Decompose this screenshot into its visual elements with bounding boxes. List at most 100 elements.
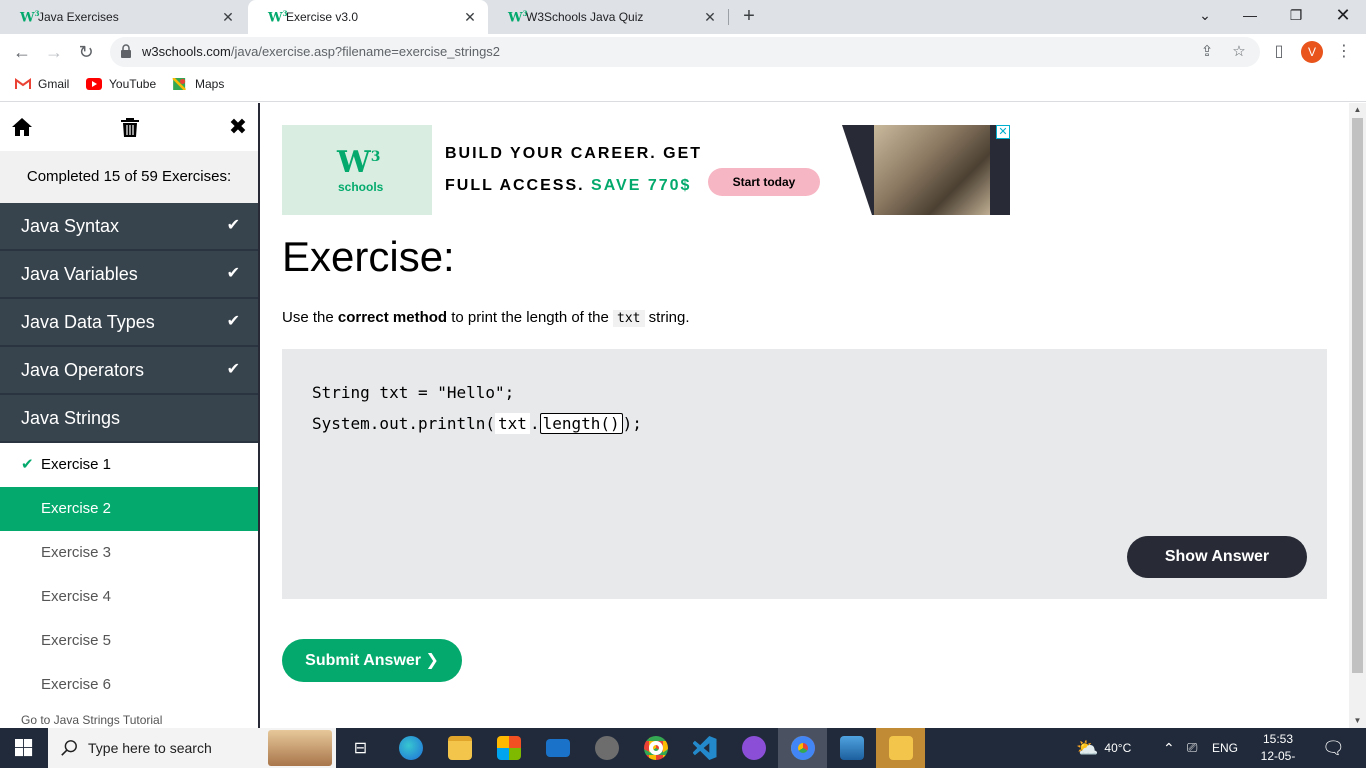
page-scrollbar[interactable]: ▲ ▼	[1349, 103, 1366, 728]
url-domain: w3schools.com	[142, 44, 231, 59]
w3schools-favicon-icon: W3	[508, 8, 528, 26]
sidebar-category-java-data-types[interactable]: Java Data Types ✔	[0, 299, 258, 347]
bookmark-label: Gmail	[38, 77, 70, 91]
reload-icon[interactable]: ↻	[74, 40, 98, 64]
profile-avatar[interactable]: V	[1301, 41, 1323, 63]
taskbar-file-explorer[interactable]	[435, 728, 484, 768]
sidebar-category-java-strings[interactable]: Java Strings	[0, 395, 258, 443]
tab-search-icon[interactable]: ⌄	[1182, 0, 1228, 30]
sidebar-category-java-syntax[interactable]: Java Syntax ✔	[0, 203, 258, 251]
home-icon[interactable]	[10, 115, 34, 139]
taskbar-photos[interactable]	[827, 728, 876, 768]
language-indicator[interactable]: ENG	[1212, 728, 1238, 768]
weather-widget[interactable]: ⛅ 40°C	[1076, 728, 1131, 768]
mail-icon	[545, 739, 570, 757]
system-clock[interactable]: 15:53 12-05-2023	[1252, 731, 1304, 768]
address-bar[interactable]: w3schools.com/java/exercise.asp?filename…	[110, 37, 1260, 67]
code-text: );	[622, 414, 642, 433]
minimize-button[interactable]: —	[1227, 0, 1273, 30]
exercise-label: Exercise 6	[41, 676, 112, 693]
back-icon[interactable]: ←	[10, 40, 34, 64]
bookmarks-bar: Gmail YouTube Maps	[0, 70, 1366, 102]
taskbar-file-explorer-2[interactable]	[876, 728, 925, 768]
ad-photo-image	[874, 125, 990, 215]
ad-photo	[842, 125, 1010, 215]
ad-headline-highlight: SAVE 770$	[591, 177, 692, 194]
notifications-icon[interactable]: 🗨	[1322, 728, 1345, 768]
taskbar-vscode[interactable]	[680, 728, 729, 768]
taskbar-search-box[interactable]: Type here to search	[48, 728, 336, 768]
forward-icon[interactable]: →	[42, 40, 66, 64]
scroll-down-icon[interactable]: ▼	[1349, 714, 1366, 728]
close-tab-icon[interactable]: ✕	[462, 9, 478, 26]
tab-java-exercises[interactable]: W3 Java Exercises ✕	[0, 0, 246, 34]
code-panel: String txt = "Hello"; System.out.println…	[282, 349, 1327, 599]
sidebar-exercise-3[interactable]: Exercise 3	[0, 531, 258, 575]
bookmark-star-icon[interactable]: ☆	[1229, 42, 1249, 62]
folder-icon	[447, 736, 472, 760]
chrome-icon	[643, 736, 668, 760]
ad-banner[interactable]: W3 schools BUILD YOUR CAREER. GET FULL A…	[282, 125, 1010, 215]
sidebar-exercise-1[interactable]: ✔ Exercise 1	[0, 443, 258, 487]
side-panel-icon[interactable]: ▯	[1267, 40, 1291, 64]
sidebar-category-java-variables[interactable]: Java Variables ✔	[0, 251, 258, 299]
taskbar-store[interactable]	[484, 728, 533, 768]
exercise-label: Exercise 1	[41, 456, 112, 473]
submit-answer-button[interactable]: Submit Answer ❯	[282, 639, 462, 682]
task-view-button[interactable]: ⊟	[336, 728, 385, 768]
scroll-thumb[interactable]	[1352, 118, 1363, 673]
ad-close-icon[interactable]: ✕	[996, 125, 1010, 139]
taskbar-github[interactable]	[729, 728, 778, 768]
gmail-icon	[15, 78, 31, 89]
task-view-icon: ⊟	[353, 740, 368, 757]
windows-start-button[interactable]	[0, 728, 48, 768]
bookmark-youtube[interactable]: YouTube	[86, 76, 156, 92]
sidebar-exercise-6[interactable]: Exercise 6	[0, 663, 258, 707]
tab-java-quiz[interactable]: W3 W3Schools Java Quiz ✕	[488, 0, 728, 34]
exercise-label: Exercise 4	[41, 588, 112, 605]
close-tab-icon[interactable]: ✕	[702, 9, 718, 26]
taskbar-app-media[interactable]	[582, 728, 631, 768]
bookmark-label: Maps	[195, 77, 225, 91]
clock-date: 12-05-2023	[1260, 749, 1296, 768]
trash-icon[interactable]	[118, 115, 142, 139]
close-tab-icon[interactable]: ✕	[220, 9, 236, 26]
logo-sup: 3	[370, 149, 381, 165]
category-label: Java Data Types	[21, 312, 155, 332]
close-sidebar-icon[interactable]: ✖	[226, 115, 250, 139]
menu-icon[interactable]: ⋮	[1332, 40, 1356, 64]
answer-input-2[interactable]: length()	[539, 413, 623, 434]
exercise-label: Exercise 5	[41, 632, 112, 649]
maps-icon	[172, 78, 187, 90]
sidebar-exercise-4[interactable]: Exercise 4	[0, 575, 258, 619]
start-today-button[interactable]: Start today	[708, 168, 820, 196]
tutorial-link[interactable]: Go to Java Strings Tutorial	[0, 707, 258, 728]
w3schools-favicon-icon: W3	[20, 8, 40, 26]
taskbar-mail[interactable]	[533, 728, 582, 768]
completion-status: Completed 15 of 59 Exercises:	[0, 151, 258, 203]
new-tab-button[interactable]: +	[737, 4, 761, 28]
github-icon	[741, 736, 766, 760]
show-answer-button[interactable]: Show Answer	[1127, 536, 1307, 578]
sidebar-category-java-operators[interactable]: Java Operators ✔	[0, 347, 258, 395]
bookmark-label: YouTube	[109, 77, 157, 91]
taskbar-edge[interactable]	[386, 728, 435, 768]
sidebar-exercise-2[interactable]: Exercise 2	[0, 487, 258, 531]
answer-input-1[interactable]: txt	[495, 413, 530, 434]
tab-exercise-v3[interactable]: W3 Exercise v3.0 ✕	[248, 0, 488, 34]
taskbar-chrome-2[interactable]	[778, 728, 827, 768]
bookmark-gmail[interactable]: Gmail	[15, 76, 69, 92]
share-icon[interactable]: ⇪	[1197, 42, 1217, 62]
instruction-code: txt	[613, 310, 645, 327]
tray-overflow-icon[interactable]: ⌃	[1163, 728, 1175, 768]
network-icon[interactable]: ⎚	[1187, 728, 1197, 768]
sidebar-exercise-5[interactable]: Exercise 5	[0, 619, 258, 663]
restore-button[interactable]: ❐	[1273, 0, 1319, 30]
bookmark-maps[interactable]: Maps	[172, 76, 224, 92]
logo-letter: W	[337, 145, 371, 180]
scroll-up-icon[interactable]: ▲	[1349, 103, 1366, 117]
instruction-text: string.	[644, 309, 690, 326]
tab-title: Java Exercises	[38, 10, 119, 24]
close-window-button[interactable]: ✕	[1320, 0, 1366, 30]
taskbar-chrome-1[interactable]	[631, 728, 680, 768]
